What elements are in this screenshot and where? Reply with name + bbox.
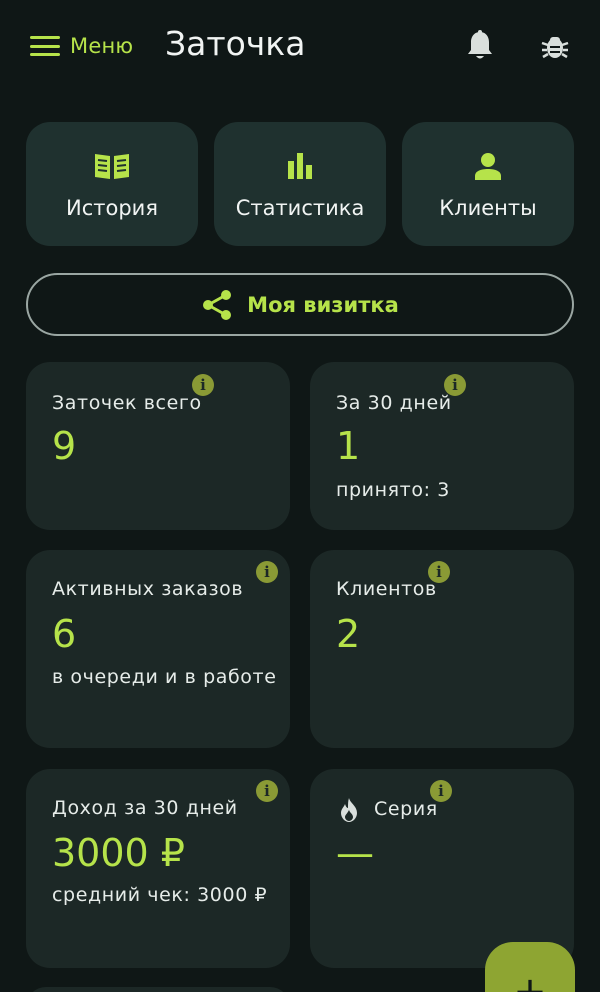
- stat-value: 2: [336, 612, 361, 656]
- business-card-label: Моя визитка: [247, 292, 399, 317]
- plus-icon: +: [513, 969, 547, 992]
- statistics-tile[interactable]: Статистика: [214, 122, 386, 246]
- stat-label: За 30 дней: [336, 392, 452, 414]
- stat-label: Серия: [374, 798, 438, 820]
- page-title: Заточка: [165, 24, 306, 63]
- stat-subtext: средний чек: 3000 ₽: [52, 884, 268, 906]
- fire-icon: [341, 798, 357, 822]
- bug-report-button[interactable]: [537, 28, 573, 64]
- stat-subtext: в очереди и в работе: [52, 666, 277, 688]
- stat-value: —: [336, 831, 374, 875]
- stat-label: Заточек всего: [52, 392, 202, 414]
- app-screen: Меню Заточка История Статистика Клиенты …: [0, 0, 600, 992]
- clients-tile-label: Клиенты: [439, 196, 537, 220]
- info-icon[interactable]: i: [256, 561, 278, 583]
- stat-value: 6: [52, 612, 77, 656]
- menu-label: Меню: [70, 34, 134, 58]
- menu-button[interactable]: Меню: [30, 30, 133, 62]
- stat-card-clients[interactable]: i Клиентов 2: [310, 550, 574, 748]
- person-icon: [468, 150, 508, 182]
- add-fab-button[interactable]: +: [485, 942, 575, 992]
- stat-value: 9: [52, 424, 77, 468]
- stat-card-total[interactable]: i Заточек всего 9: [26, 362, 290, 530]
- stat-value: 3000 ₽: [52, 831, 185, 875]
- history-tile-label: История: [66, 196, 158, 220]
- bell-icon: [468, 30, 492, 59]
- stat-label: Доход за 30 дней: [52, 797, 238, 819]
- bug-icon: [541, 37, 569, 59]
- clients-tile[interactable]: Клиенты: [402, 122, 574, 246]
- business-card-button[interactable]: Моя визитка: [26, 273, 574, 336]
- stat-card-last-30-days[interactable]: i За 30 дней 1 принято: 3: [310, 362, 574, 530]
- book-open-icon: [92, 150, 132, 182]
- stat-subtext: принято: 3: [336, 479, 450, 501]
- stat-card-active-orders[interactable]: i Активных заказов 6 в очереди и в работ…: [26, 550, 290, 748]
- share-icon: [203, 289, 232, 320]
- notifications-button[interactable]: [462, 28, 498, 64]
- top-app-bar: Меню Заточка: [0, 0, 600, 92]
- bar-chart-icon: [280, 150, 320, 182]
- hamburger-icon: [30, 36, 60, 56]
- history-tile[interactable]: История: [26, 122, 198, 246]
- stat-card-streak[interactable]: i Серия —: [310, 769, 574, 968]
- stat-card-partial: [26, 987, 290, 992]
- statistics-tile-label: Статистика: [235, 196, 365, 220]
- info-icon[interactable]: i: [256, 780, 278, 802]
- stat-label: Активных заказов: [52, 578, 244, 600]
- stat-value: 1: [336, 424, 361, 468]
- stat-label: Клиентов: [336, 578, 437, 600]
- stat-card-income[interactable]: i Доход за 30 дней 3000 ₽ средний чек: 3…: [26, 769, 290, 968]
